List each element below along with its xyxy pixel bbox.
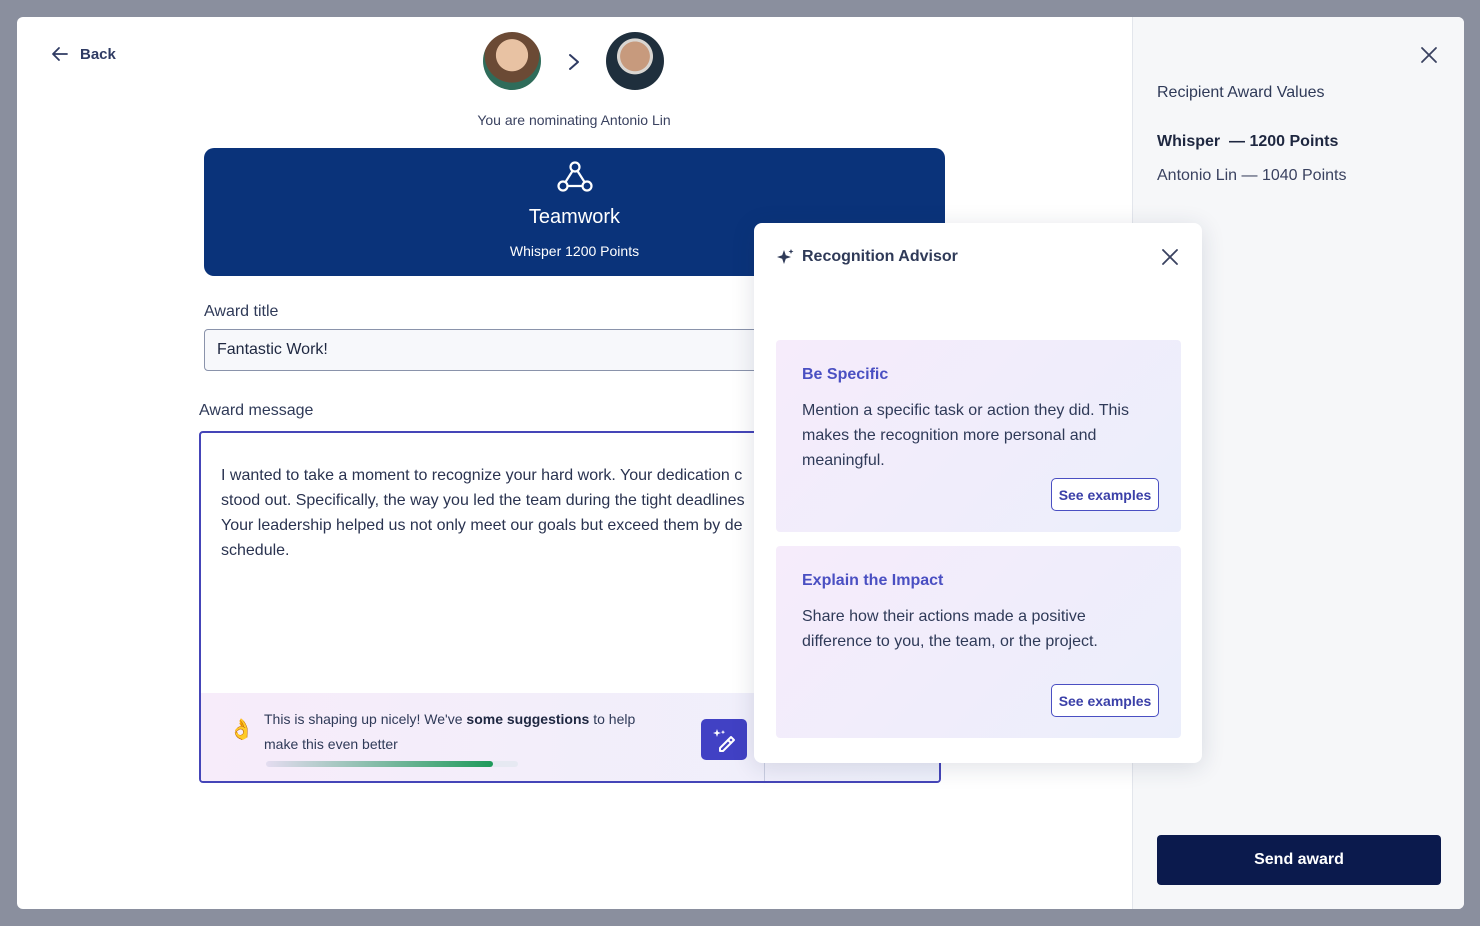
magic-wand-icon — [713, 728, 735, 752]
advisor-title: Recognition Advisor — [802, 248, 958, 265]
back-button[interactable]: Back — [50, 44, 116, 64]
side-panel-heading: Recipient Award Values — [1157, 84, 1325, 101]
arrow-left-icon — [52, 47, 68, 61]
ok-hand-icon: 👌 — [229, 719, 254, 741]
suggestion-text-before: This is shaping up nicely! We've — [264, 711, 467, 727]
suggestion-progress-track — [266, 761, 518, 767]
advisor-tip-card: Explain the Impact Share how their actio… — [776, 546, 1181, 738]
back-label: Back — [80, 45, 116, 63]
see-examples-button[interactable]: See examples — [1051, 684, 1159, 717]
send-award-button[interactable]: Send award — [1157, 835, 1441, 885]
award-title-label: Award title — [204, 303, 279, 320]
nominating-text: You are nominating Antonio Lin — [477, 112, 671, 128]
close-icon[interactable] — [1419, 45, 1439, 65]
suggestion-text-bold: some suggestions — [466, 711, 590, 727]
tip-text: Mention a specific task or action they d… — [802, 402, 1129, 469]
tip-text: Share how their actions made a positive … — [802, 608, 1098, 650]
magic-wand-button[interactable] — [701, 719, 747, 760]
advisor-tip-card: Be Specific Mention a specific task or a… — [776, 340, 1181, 532]
tip-title: Explain the Impact — [802, 572, 944, 589]
nominator-avatar — [483, 32, 541, 90]
suggestion-text: This is shaping up nicely! We've some su… — [264, 707, 664, 757]
suggestion-progress-fill — [266, 761, 493, 767]
sparkle-icon — [777, 249, 794, 264]
nomination-window: Back You are nominating Antonio Lin Team… — [17, 17, 1464, 909]
teamwork-icon — [557, 161, 593, 192]
award-value-whisper: Whisper — 1200 Points — [1157, 133, 1339, 150]
award-message-label: Award message — [199, 402, 314, 419]
see-examples-button[interactable]: See examples — [1051, 478, 1159, 511]
chevron-right-icon — [569, 54, 579, 70]
tip-title: Be Specific — [802, 366, 889, 383]
close-icon[interactable] — [1160, 247, 1180, 267]
recipient-avatar — [606, 32, 664, 90]
award-value-recipient: Antonio Lin — 1040 Points — [1157, 167, 1347, 184]
recognition-advisor-popup: Recognition Advisor Be Specific Mention … — [754, 223, 1202, 763]
